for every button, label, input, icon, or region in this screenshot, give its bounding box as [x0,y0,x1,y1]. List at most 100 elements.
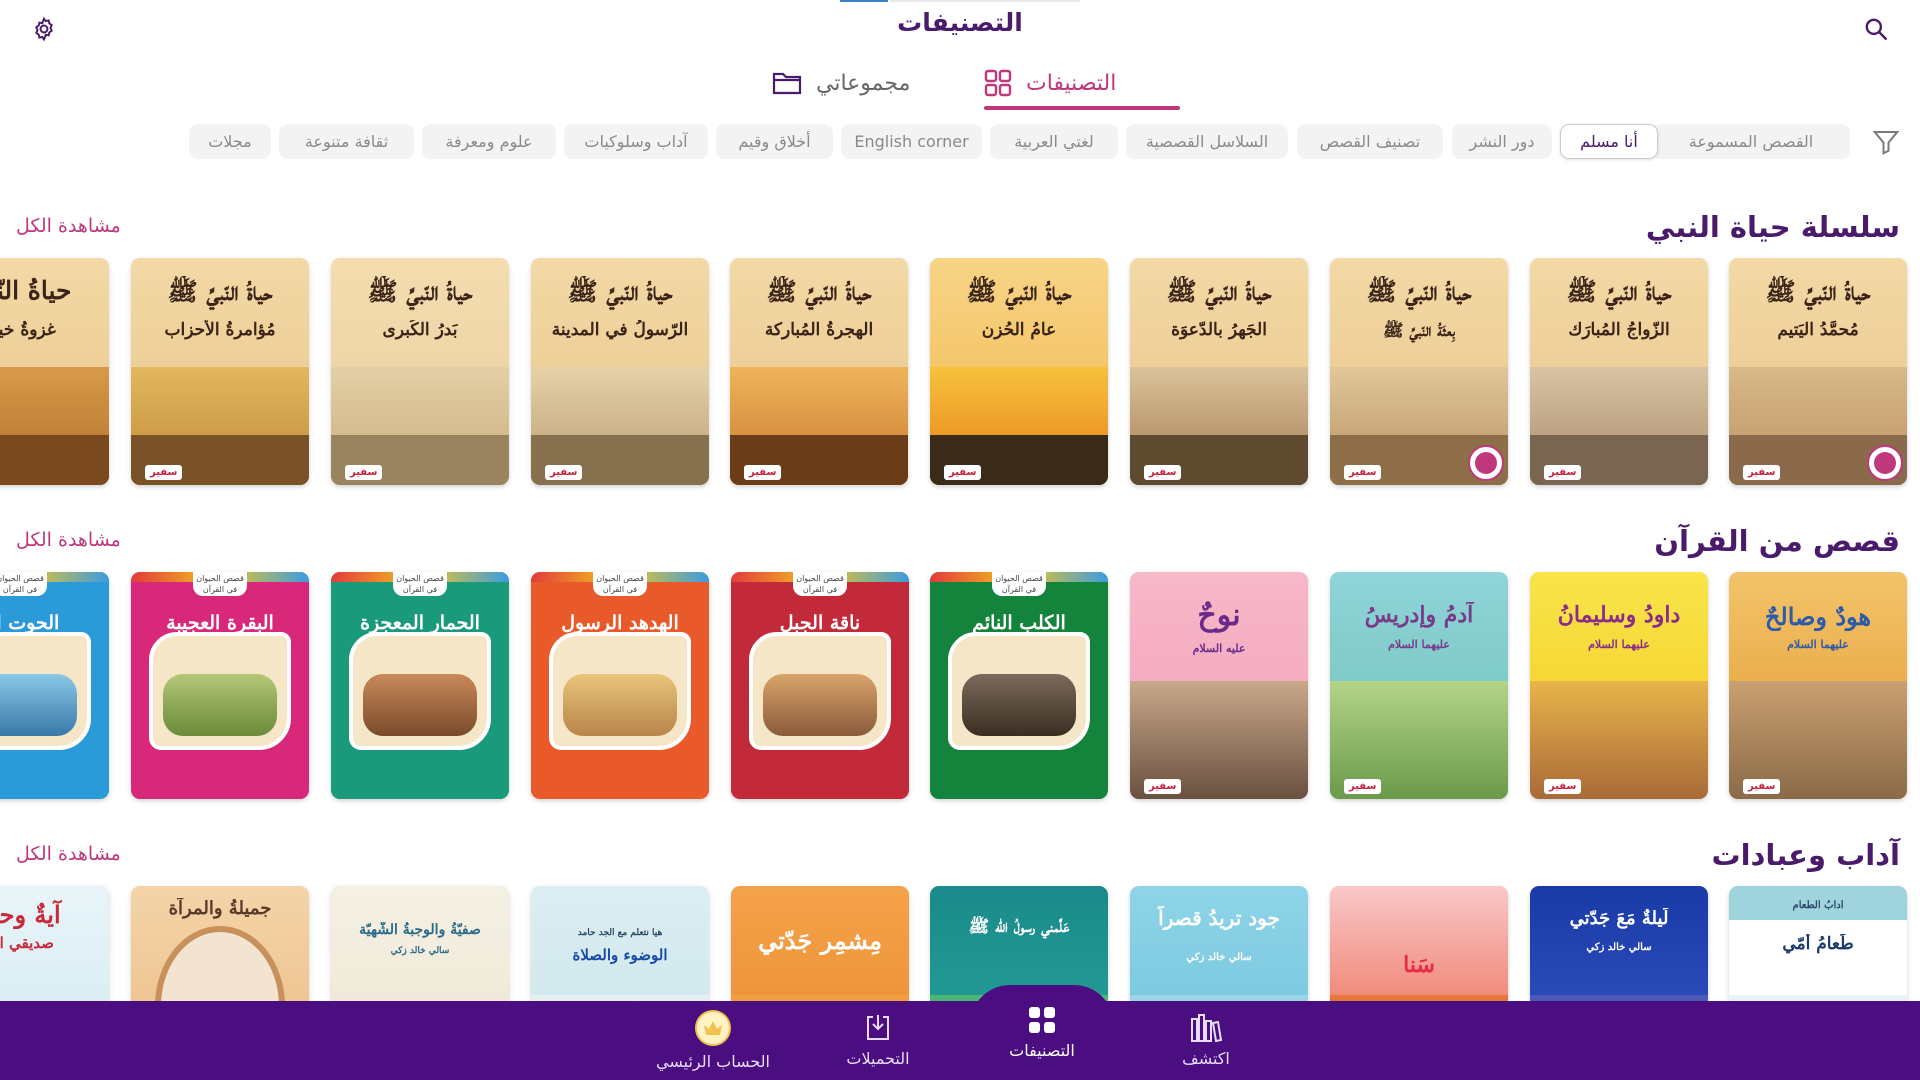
filter-icon [1872,131,1900,155]
book-subtitle: عليه السلام [1192,642,1246,655]
publisher-badge: سفير [1344,779,1382,794]
book-card[interactable]: حياةُ النّبيِّ غزوةُ خيبر [0,258,109,485]
publisher-badge: سفير [1544,465,1582,480]
book-title: داودُ وسليمانُ [1557,602,1681,628]
download-icon [867,1015,889,1040]
series-tag: قصص الحيوان في القرآن [793,572,847,596]
book-card[interactable]: قصص الحيوان في القرآن البقرة العجيبة [131,572,309,799]
publisher-badge: سفير [1344,465,1382,480]
nav-label: التحميلات [846,1049,910,1068]
chip-english-corner[interactable]: English corner [841,124,982,159]
book-card[interactable]: حياةُ النّبيِّ ﷺ بَدرُ الكُبرى سفير [331,258,509,485]
see-all-link[interactable]: مشاهدة الكل [16,843,121,865]
nav-discover[interactable]: اكتشف [1136,1001,1276,1080]
chip-morals-values[interactable]: أخلاق وقيم [716,124,833,159]
search-icon [1865,18,1887,40]
book-title: بَدرُ الكُبرى [382,320,458,340]
book-card[interactable]: حياةُ النّبيِّ ﷺ الهِجرةُ المُباركة سفير [730,258,908,485]
book-card[interactable]: حياةُ النّبيِّ ﷺ عامُ الحُزن سفير [930,258,1108,485]
book-title: هودٌ وصالحٌ [1764,602,1872,631]
book-series: حياةُ النّبيِّ ﷺ [766,277,872,306]
book-title: مِشمِر جَدّتي [758,926,882,955]
series-tag: قصص الحيوان في القرآن [393,572,447,596]
section-manners-worship: آداب وعبادات مشاهدة الكل آدابُ الطّعامِ … [0,838,1920,1080]
book-series: حياةُ النّبيِّ ﷺ [167,277,273,306]
book-card[interactable]: نوحٌ عليه السلام سفير [1130,572,1308,799]
book-subtitle: هيا نتعلم مع الجد حامد [577,928,663,938]
section-prophet-life: سلسلة حياة النبي مشاهدة الكل حياةُ النّب… [0,210,1920,490]
chip-science-knowledge[interactable]: علوم ومعرفة [422,124,556,159]
chip-manners-behaviors[interactable]: آداب وسلوكيات [564,124,708,159]
grid-icon [1029,1007,1055,1033]
chip-my-arabic[interactable]: لغتي العربية [990,124,1118,159]
series-tag: قصص الحيوان في القرآن [0,572,47,596]
search-button[interactable] [1854,7,1898,51]
gear-icon [35,16,53,42]
settings-button[interactable] [22,7,66,51]
tab-categories[interactable]: التصنيفات [984,58,1116,108]
book-card[interactable]: حياةُ النّبيِّ ﷺ الزّواجُ المُبارَك سفير [1530,258,1708,485]
book-title: لَيلةٌ مَعَ جَدّتي [1569,908,1669,929]
book-card[interactable]: حياةُ النّبيِّ ﷺ الجَهرُ بالدّعوَة سفير [1130,258,1308,485]
publisher-badge: سفير [145,465,183,480]
grid-icon [984,69,1012,97]
book-card[interactable]: قصص الحيوان في القرآن الهدهد الرسول [531,572,709,799]
book-series: حياةُ النّبيِّ [0,276,72,305]
book-title: الزّواجُ المُبارَك [1568,320,1670,340]
book-series: حياةُ النّبيِّ ﷺ [966,277,1072,306]
book-card[interactable]: حياةُ النّبيِّ ﷺ مُؤامرةُ الأحزاب سفير [131,258,309,485]
book-row: حياةُ النّبيِّ ﷺ مُحمَّدُ اليَتيم سفير ح… [0,258,1920,488]
book-title: صفيّةُ والوجبةُ الشّهيّة [359,922,481,938]
nav-categories[interactable]: التصنيفات [972,993,1112,1072]
chip-i-am-muslim[interactable]: أنا مسلم [1560,124,1658,159]
chip-culture[interactable]: ثقافة متنوعة [279,124,414,159]
book-series: حياةُ النّبيِّ ﷺ [1166,277,1272,306]
publisher-badge: سفير [1144,465,1182,480]
book-card[interactable]: حياةُ النّبيِّ ﷺ مُحمَّدُ اليَتيم سفير [1729,258,1907,485]
book-card[interactable]: قصص الحيوان في القرآن الحمار المعجزة [331,572,509,799]
tab-label: مجموعاتي [816,70,911,96]
book-title: الوضوء والصلاة [572,946,668,964]
status-indicator [840,0,888,2]
book-title: الهِجرةُ المُباركة [764,320,874,340]
section-title: آداب وعبادات [1711,838,1900,872]
book-title: جود تريدُ قصراً [1158,906,1280,930]
book-title: جميلةُ والمرآة [168,898,272,919]
nav-downloads[interactable]: التحميلات [808,1001,948,1080]
book-card[interactable]: حياةُ النّبيِّ ﷺ الرّسولُ في المدينة سفي… [531,258,709,485]
chip-story-classification[interactable]: تصنيف القصص [1297,124,1443,159]
chip-story-series[interactable]: السلاسل القصصية [1126,124,1288,159]
see-all-link[interactable]: مشاهدة الكل [16,529,121,551]
book-card[interactable]: آدمُ وإدريسُ عليهما السلام سفير [1330,572,1508,799]
publisher-badge: سفير [744,465,782,480]
book-series: حياةُ النّبيِّ ﷺ [367,277,473,306]
see-all-link[interactable]: مشاهدة الكل [16,215,121,237]
nav-main-account[interactable]: الحساب الرئيسي [643,1001,783,1080]
book-title: الحوت الذ [0,612,60,634]
series-tag: قصص الحيوان في القرآن [593,572,647,596]
book-title: الحمار المعجزة [360,612,480,634]
book-title: مُؤامرةُ الأحزاب [164,320,276,340]
chip-audio-stories[interactable]: القصص المسموعة [1652,124,1850,159]
book-card[interactable]: قصص الحيوان في القرآن الكلب النائم [930,572,1108,799]
book-card[interactable]: قصص الحيوان في القرآن الحوت الذ [0,572,109,799]
chip-magazines[interactable]: مجلات [189,124,271,159]
section-title: سلسلة حياة النبي [1645,210,1900,244]
book-subtitle: سالي خالد زكي [1186,952,1252,963]
book-card[interactable]: داودُ وسليمانُ عليهما السلام سفير [1530,572,1708,799]
book-title: نوحٌ [1197,598,1241,633]
chip-publishers[interactable]: دور النشر [1452,124,1552,159]
status-track [890,0,1080,2]
filter-button[interactable] [1864,120,1908,164]
tab-bar: مجموعاتي التصنيفات [740,58,1200,110]
bottom-navigation: اكتشف التصنيفات التحميلات الحساب الرئيسي [0,985,1920,1080]
book-card[interactable]: هودٌ وصالحٌ عليهما السلام سفير [1729,572,1907,799]
book-title: البقرة العجيبة [166,612,274,634]
book-subtitle: سالي خالد زكي [1586,942,1652,953]
book-header-text: آدابُ الطّعامِ [1792,900,1844,911]
book-card[interactable]: قصص الحيوان في القرآن ناقة الجبل [731,572,909,799]
section-title: قصص من القرآن [1654,524,1900,558]
tab-my-collections[interactable]: مجموعاتي [772,58,910,108]
book-title: الكلب النائم [972,612,1066,634]
book-card[interactable]: حياةُ النّبيِّ ﷺ بِعثَةُ النّبيِّ ﷺ سفير [1330,258,1508,485]
